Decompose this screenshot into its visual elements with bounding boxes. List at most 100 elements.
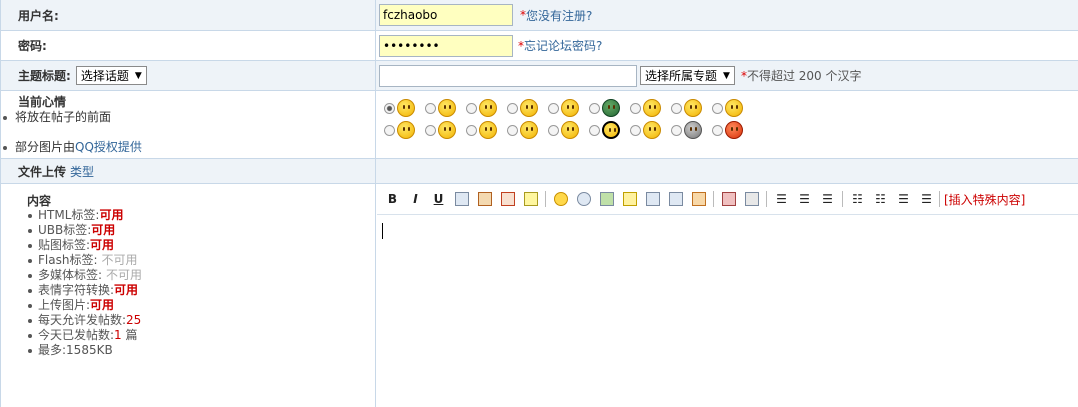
radio-button[interactable] xyxy=(466,102,477,114)
radio-button[interactable] xyxy=(712,124,723,136)
bold-button[interactable]: B xyxy=(381,190,404,208)
indent-button[interactable]: ☰ xyxy=(915,190,938,208)
mood-option[interactable] xyxy=(548,121,589,139)
outdent-icon: ☰ xyxy=(898,192,909,206)
align-left-icon: ☰ xyxy=(776,192,787,206)
smiley-icon xyxy=(643,121,661,139)
font-face-button[interactable] xyxy=(473,190,496,208)
password-label: 密码: xyxy=(18,39,47,53)
toolbar-separator xyxy=(842,191,843,207)
permission-item: 最多:1585KB xyxy=(27,343,375,358)
mood-option[interactable] xyxy=(671,121,712,139)
username-row: 用户名: *您没有注册? xyxy=(1,0,1078,31)
mood-option[interactable] xyxy=(425,99,466,117)
radio-button[interactable] xyxy=(630,124,641,136)
unordered-list-icon: ☷ xyxy=(875,192,886,206)
smiley-icon xyxy=(479,121,497,139)
mood-option[interactable] xyxy=(671,99,712,117)
underline-button[interactable]: U xyxy=(427,190,450,208)
mood-option[interactable] xyxy=(384,121,425,139)
upload-type-link[interactable]: 类型 xyxy=(70,163,94,180)
radio-button[interactable] xyxy=(425,102,436,114)
music-button[interactable] xyxy=(618,190,641,208)
mood-option[interactable] xyxy=(384,99,425,117)
mood-option[interactable] xyxy=(466,121,507,139)
table-button[interactable] xyxy=(687,190,710,208)
username-input[interactable] xyxy=(379,4,513,26)
permission-item: UBB标签:可用 xyxy=(27,223,375,238)
password-input[interactable] xyxy=(379,34,513,57)
radio-button[interactable] xyxy=(384,124,395,136)
mood-option[interactable] xyxy=(712,99,753,117)
angry-face-icon xyxy=(725,121,743,139)
mood-option[interactable] xyxy=(507,99,548,117)
register-link[interactable]: 您没有注册? xyxy=(526,7,592,24)
radio-button[interactable] xyxy=(548,102,559,114)
radio-button[interactable] xyxy=(466,124,477,136)
password-row: 密码: *忘记论坛密码? xyxy=(1,31,1078,61)
subject-title-input[interactable] xyxy=(379,64,637,87)
radio-button[interactable] xyxy=(507,124,518,136)
mood-option[interactable] xyxy=(425,121,466,139)
font-color-button[interactable] xyxy=(496,190,519,208)
radio-button[interactable] xyxy=(384,102,395,114)
smiley-icon xyxy=(553,192,568,206)
clear-format-button[interactable] xyxy=(717,190,740,208)
highlight-button[interactable] xyxy=(519,190,542,208)
mood-note: 将放在帖子的前面 xyxy=(2,110,375,125)
italic-button[interactable]: I xyxy=(404,190,427,208)
mood-option[interactable] xyxy=(466,99,507,117)
mood-option[interactable] xyxy=(630,99,671,117)
mood-option[interactable] xyxy=(589,121,630,139)
ordered-list-button[interactable]: ☷ xyxy=(846,190,869,208)
permission-name: HTML标签: xyxy=(38,208,100,222)
subject-row: 主题标题: 选择话题 ▼ 选择所属专题 ▼ * 不得超过 200 个汉字 xyxy=(1,61,1078,91)
radio-button[interactable] xyxy=(425,124,436,136)
code-icon xyxy=(645,192,660,206)
emoticon-button[interactable] xyxy=(549,190,572,208)
smiley-icon xyxy=(561,121,579,139)
radio-button[interactable] xyxy=(589,124,600,136)
topic-select[interactable]: 选择话题 ▼ xyxy=(75,66,147,85)
permission-value: 可用 xyxy=(90,238,115,252)
quote-button[interactable] xyxy=(664,190,687,208)
permission-item: 表情字符转换:可用 xyxy=(27,283,375,298)
align-right-button[interactable]: ☰ xyxy=(816,190,839,208)
mood-option[interactable] xyxy=(712,121,753,139)
radio-button[interactable] xyxy=(548,124,559,136)
image-button[interactable] xyxy=(595,190,618,208)
mood-face-grid xyxy=(384,97,753,141)
align-left-button[interactable]: ☰ xyxy=(770,190,793,208)
radio-button[interactable] xyxy=(671,124,682,136)
font-face-icon xyxy=(477,192,492,206)
category-select[interactable]: 选择所属专题 ▼ xyxy=(640,66,735,85)
content-editor[interactable] xyxy=(377,214,1078,407)
permission-name: UBB标签: xyxy=(38,223,92,237)
font-size-icon xyxy=(454,192,469,206)
font-size-button[interactable] xyxy=(450,190,473,208)
mood-option[interactable] xyxy=(548,99,589,117)
indent-icon: ☰ xyxy=(921,192,932,206)
radio-button[interactable] xyxy=(630,102,641,114)
radio-button[interactable] xyxy=(589,102,600,114)
permission-list: HTML标签:可用 UBB标签:可用 贴图标签:可用 Flash标签: 不可用 多媒体标签… xyxy=(27,208,375,358)
dropdown-arrow-icon: ▼ xyxy=(134,70,142,81)
radio-button[interactable] xyxy=(671,102,682,114)
radio-button[interactable] xyxy=(712,102,723,114)
mood-option[interactable] xyxy=(507,121,548,139)
code-button[interactable] xyxy=(641,190,664,208)
radio-button[interactable] xyxy=(507,102,518,114)
align-center-button[interactable]: ☰ xyxy=(793,190,816,208)
insert-special-content-link[interactable]: [插入特殊内容] xyxy=(944,191,1025,208)
mood-option[interactable] xyxy=(589,99,630,117)
qq-credit-link[interactable]: QQ授权提供 xyxy=(75,140,142,154)
user-button[interactable] xyxy=(572,190,595,208)
music-note-icon xyxy=(622,192,637,206)
subject-hint: 不得超过 200 个汉字 xyxy=(746,69,862,83)
link-button[interactable] xyxy=(740,190,763,208)
content-row: 内容 HTML标签:可用 UBB标签:可用 贴图标签:可用 Flash标签: 不可用 多媒… xyxy=(1,184,1078,407)
outdent-button[interactable]: ☰ xyxy=(892,190,915,208)
unordered-list-button[interactable]: ☷ xyxy=(869,190,892,208)
forgot-password-link[interactable]: 忘记论坛密码? xyxy=(524,37,602,54)
mood-option[interactable] xyxy=(630,121,671,139)
